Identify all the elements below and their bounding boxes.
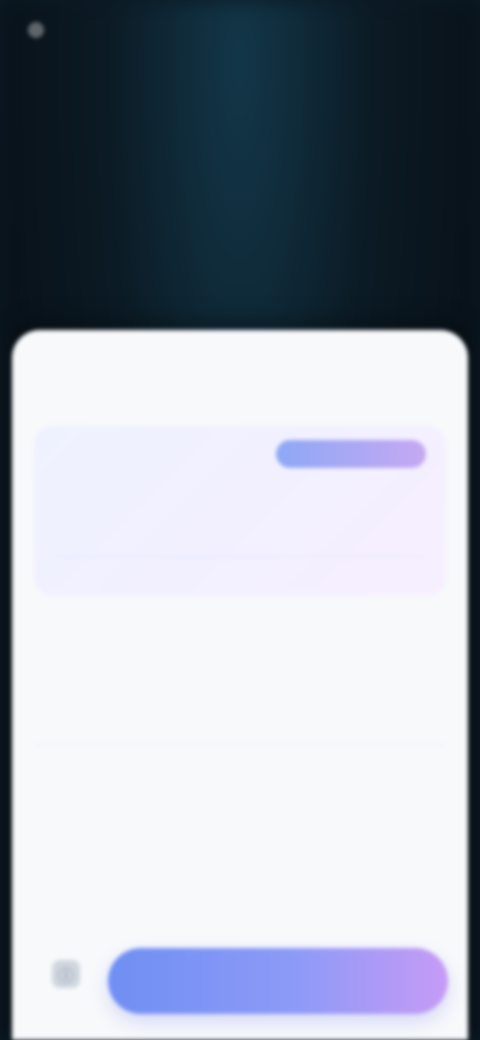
- status-bar: [0, 0, 480, 60]
- promo-badge: [276, 440, 426, 468]
- bottom-sheet: ⓘ: [12, 330, 468, 1040]
- promo-divider: [56, 556, 424, 557]
- promo-card[interactable]: [34, 426, 446, 596]
- info-icon[interactable]: ⓘ: [52, 960, 80, 988]
- sheet-footer: ⓘ: [12, 920, 468, 1040]
- option-2[interactable]: [34, 774, 446, 784]
- divider: [34, 744, 446, 745]
- status-left: [28, 22, 54, 38]
- primary-cta-button[interactable]: [108, 948, 448, 1014]
- status-indicator-icon: [28, 22, 44, 38]
- option-1[interactable]: [34, 616, 446, 626]
